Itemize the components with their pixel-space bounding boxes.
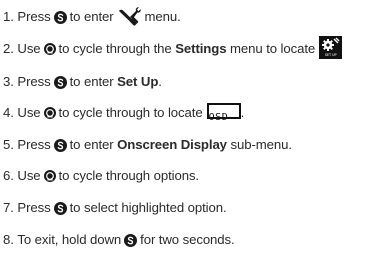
step-text: to cycle through options.	[58, 168, 200, 183]
s-button-icon	[53, 10, 67, 24]
step-text: .	[240, 105, 245, 120]
dial-button-icon	[43, 107, 56, 119]
step-5: 5. Press to enter Onscreen Display sub-m…	[3, 134, 292, 156]
osd-icon-label: OSD	[208, 112, 229, 123]
step-text: To exit, hold down	[17, 232, 122, 247]
dial-button-icon	[43, 43, 56, 55]
step-3: 3. Press to enter Set Up .	[3, 71, 162, 93]
step-text: menu.	[144, 9, 181, 24]
onscreen-display-label: Onscreen Display	[117, 137, 227, 152]
step-number: 7.	[3, 200, 14, 215]
s-button-icon	[53, 75, 67, 89]
s-button-icon	[53, 201, 67, 215]
setup-icon-label: SET UP	[324, 52, 337, 57]
step-text: Use	[17, 105, 41, 120]
dial-button-icon	[43, 170, 56, 182]
osd-icon: OSD	[206, 103, 241, 123]
step-1: 1. Press to enter menu.	[3, 6, 181, 28]
wrench-icon	[118, 7, 141, 26]
step-text: Press	[17, 9, 51, 24]
step-text: Use	[17, 41, 41, 56]
step-text: to select highlighted option.	[69, 200, 227, 215]
step-text: Press	[17, 200, 51, 215]
step-text: to cycle through to locate	[58, 105, 203, 120]
step-number: 1.	[3, 9, 14, 24]
step-text: to enter	[69, 137, 114, 152]
step-8: 8. To exit, hold down for two seconds.	[3, 229, 235, 251]
step-7: 7. Press to select highlighted option.	[3, 197, 227, 219]
step-text: to enter	[69, 9, 114, 24]
step-6: 6. Use to cycle through options.	[3, 165, 199, 187]
step-text: sub-menu.	[230, 137, 293, 152]
step-number: 8.	[3, 232, 14, 247]
step-number: 5.	[3, 137, 14, 152]
step-text: Use	[17, 168, 41, 183]
step-text: Press	[17, 74, 51, 89]
step-2: 2. Use to cycle through the Settings men…	[3, 35, 343, 60]
step-number: 6.	[3, 168, 14, 183]
step-text: .	[158, 74, 162, 89]
s-button-icon	[124, 233, 138, 247]
step-text: Press	[17, 137, 51, 152]
set-up-label: Set Up	[117, 74, 159, 89]
step-number: 2.	[3, 41, 14, 56]
step-text: menu to locate	[230, 41, 316, 56]
setup-icon: SET UP	[319, 35, 343, 59]
step-text: for two seconds.	[140, 232, 235, 247]
step-number: 4.	[3, 105, 14, 120]
step-text: to enter	[69, 74, 114, 89]
step-text: to cycle through the	[58, 41, 172, 56]
step-number: 3.	[3, 74, 14, 89]
s-button-icon	[53, 138, 67, 152]
step-4: 4. Use to cycle through to locate OSD .	[3, 102, 244, 124]
settings-label: Settings	[175, 41, 227, 56]
